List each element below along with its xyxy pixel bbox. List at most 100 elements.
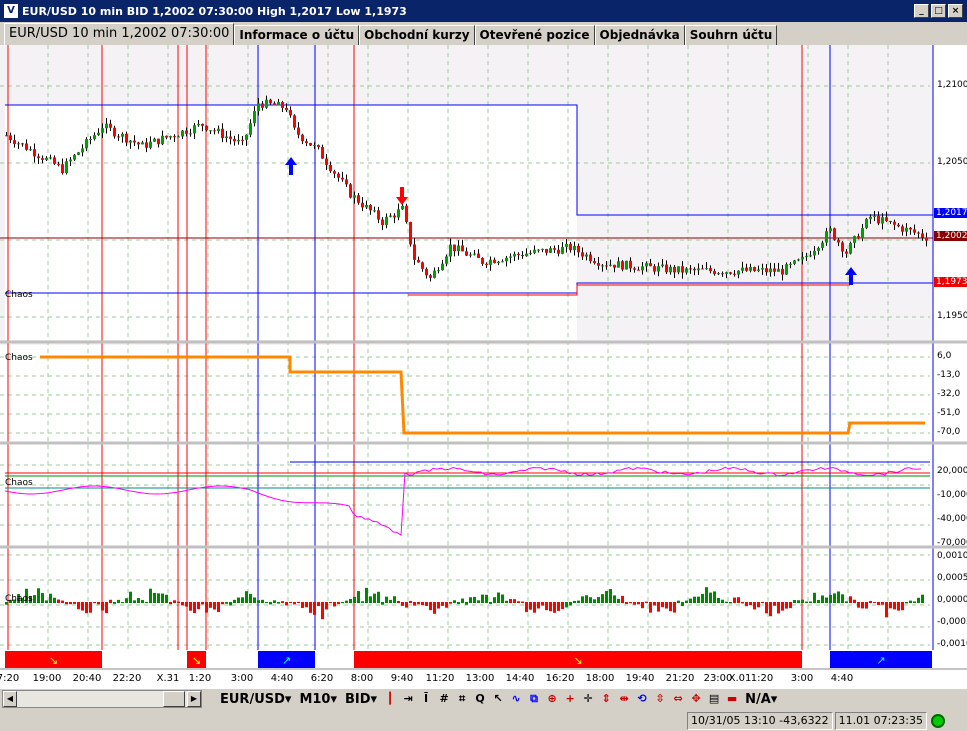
histogram-bar	[661, 602, 664, 608]
histogram-bar	[141, 600, 144, 603]
candle	[785, 264, 788, 275]
histogram-bar	[249, 593, 252, 603]
candle	[633, 268, 636, 270]
histogram-bar	[589, 597, 592, 603]
candle	[197, 123, 200, 126]
tab-open-positions[interactable]: Otevřené pozice	[474, 25, 595, 45]
candle-type-icon[interactable]: ┃	[383, 692, 397, 706]
candle	[453, 244, 456, 252]
object-icon[interactable]: ⧉	[527, 692, 541, 706]
candle	[925, 237, 928, 241]
quote-icon[interactable]: Q	[473, 692, 487, 706]
scroll-left-button[interactable]: ◀	[3, 691, 17, 707]
period-dropdown[interactable]: M10 ▾	[295, 692, 341, 707]
candle	[449, 244, 452, 257]
histogram-bar	[309, 602, 312, 613]
vzoom-icon[interactable]: ⇳	[653, 692, 667, 706]
grid-icon[interactable]: #	[437, 692, 451, 706]
histogram-bar	[313, 602, 316, 615]
histogram-bar	[173, 600, 176, 603]
vstretch-icon[interactable]: ⇕	[599, 692, 613, 706]
reset-icon[interactable]: ⟲	[635, 692, 649, 706]
autoscale-icon[interactable]: Ī	[419, 692, 433, 706]
candle	[337, 173, 340, 178]
histogram-bar	[605, 591, 608, 603]
candle	[921, 233, 924, 238]
minimize-button[interactable]: _	[914, 4, 929, 18]
histogram-bar	[829, 594, 832, 603]
candle	[621, 261, 624, 270]
histogram-bar	[765, 602, 768, 614]
candle	[385, 216, 388, 225]
chart-area[interactable]: ↘ ↘ ↘ ↗ ↗ Chaos Chaos Chaos Chaos 1,2100 1,20…	[0, 45, 967, 689]
histogram-bar	[125, 598, 128, 603]
histogram-bar	[601, 594, 604, 603]
candle	[217, 128, 220, 132]
histogram-bar	[317, 602, 320, 607]
histogram-bar	[329, 602, 332, 604]
candle	[761, 268, 764, 270]
hline-icon[interactable]: +	[563, 692, 577, 706]
candle	[177, 136, 180, 138]
panel3-axis-tick: 20,000	[937, 466, 967, 476]
tab-account-info[interactable]: Informace o účtu	[234, 25, 360, 45]
shift-icon[interactable]: ⇥	[401, 692, 415, 706]
time-axis-tick: 16:20	[545, 673, 575, 684]
histogram-bar	[545, 602, 548, 611]
cross-icon[interactable]: ✛	[581, 692, 595, 706]
horizontal-scrollbar[interactable]: ◀ ▶	[2, 690, 202, 708]
histogram-bar	[645, 601, 648, 603]
histogram-bar	[261, 599, 264, 603]
scroll-thumb[interactable]	[163, 691, 185, 707]
candle	[93, 135, 96, 140]
candle	[129, 140, 132, 143]
tab-order[interactable]: Objednávka	[594, 25, 685, 45]
candle	[249, 123, 252, 135]
tab-chart[interactable]: EUR/USD 10 min 1,2002 07:30:00	[4, 23, 235, 45]
candle	[461, 245, 464, 252]
close-button[interactable]: ×	[948, 4, 963, 18]
maximize-button[interactable]: □	[931, 4, 946, 18]
histogram-bar	[917, 597, 920, 603]
hsqueeze-icon[interactable]: ⇹	[617, 692, 631, 706]
candle	[681, 266, 684, 273]
histogram-bar	[225, 602, 228, 604]
panel3-label: Chaos	[5, 478, 33, 488]
chart-canvas[interactable]: ↘ ↘ ↘ ↗ ↗	[0, 45, 967, 689]
histogram-bar	[149, 588, 152, 603]
histogram-bar	[513, 599, 516, 603]
cursor-icon[interactable]: ↖	[491, 692, 505, 706]
candle	[457, 245, 460, 252]
crosshair-icon[interactable]: ⌗	[455, 692, 469, 706]
candle	[801, 256, 804, 260]
histogram-bar	[93, 602, 96, 604]
na-dropdown[interactable]: N/A ▾	[741, 692, 781, 707]
histogram-bar	[237, 597, 240, 603]
hzoom-icon[interactable]: ⇔	[671, 692, 685, 706]
histogram-bar	[129, 591, 132, 603]
candle	[57, 163, 60, 165]
histogram-bar	[97, 602, 100, 605]
tab-trading-rates[interactable]: Obchodní kurzy	[359, 25, 475, 45]
symbol-dropdown[interactable]: EUR/USD ▾	[216, 692, 295, 707]
properties-icon[interactable]: ▤	[707, 692, 721, 706]
histogram-bar	[381, 602, 384, 605]
fit-icon[interactable]: ✥	[689, 692, 703, 706]
candle	[213, 130, 216, 132]
histogram-bar	[665, 602, 668, 609]
tab-account-summary[interactable]: Souhrn účtu	[684, 25, 778, 45]
histogram-bar	[497, 592, 500, 603]
price-type-dropdown[interactable]: BID ▾	[341, 692, 381, 707]
window-title: EUR/USD 10 min BID 1,2002 07:30:00 High …	[22, 4, 407, 18]
zoom-icon[interactable]: ⊕	[545, 692, 559, 706]
histogram-bar	[349, 598, 352, 603]
candle	[133, 140, 136, 143]
color-icon[interactable]: ▬	[725, 692, 739, 706]
price-axis-tick: 1,2100	[937, 80, 967, 90]
scroll-right-button[interactable]: ▶	[187, 691, 201, 707]
candle	[649, 263, 652, 267]
histogram-bar	[637, 602, 640, 605]
time-axis-tick: 20:40	[72, 673, 102, 684]
trendline-icon[interactable]: ∿	[509, 692, 523, 706]
candle	[737, 270, 740, 275]
